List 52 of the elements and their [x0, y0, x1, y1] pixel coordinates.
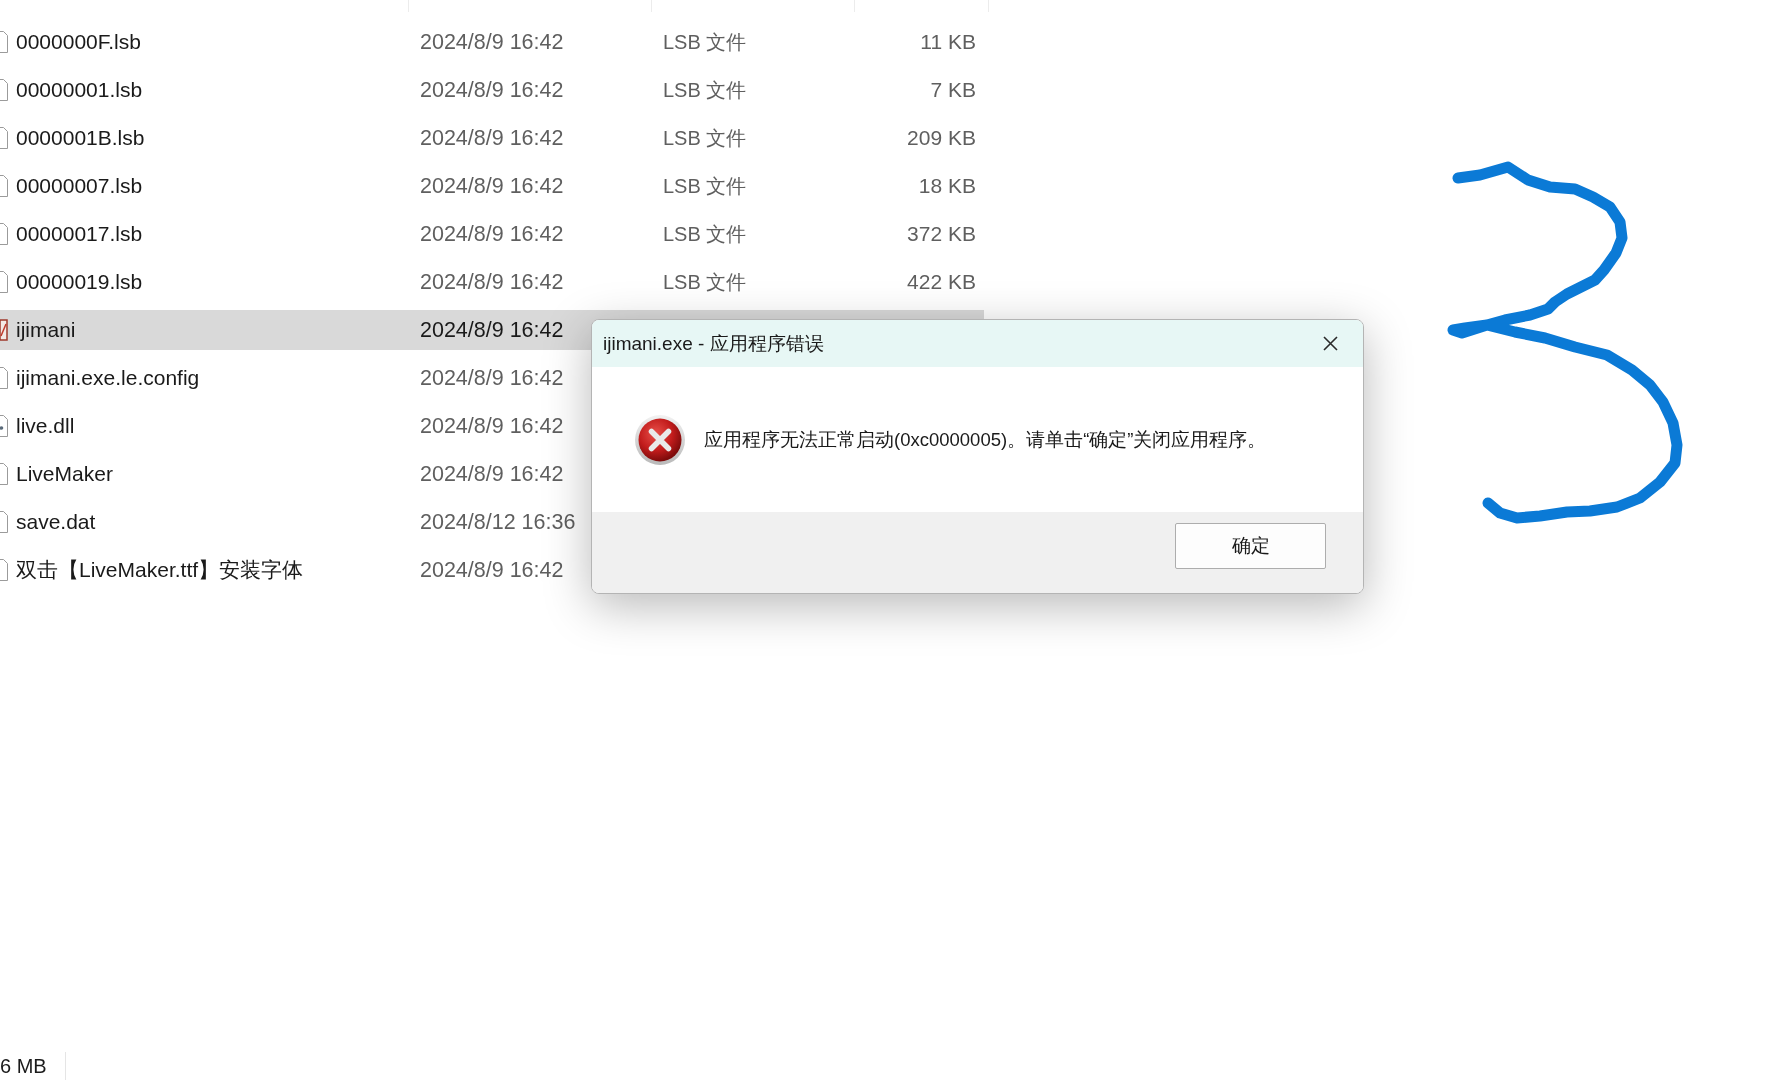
- file-icon: [0, 223, 8, 245]
- file-size: 11 KB: [920, 29, 976, 55]
- file-size: 209 KB: [907, 125, 976, 151]
- error-icon: [634, 413, 686, 466]
- file-size: 422 KB: [907, 269, 976, 295]
- modified-date: 2024/8/9 16:42: [420, 125, 564, 150]
- file-name: 00000017.lsb: [16, 221, 143, 245]
- library-file-icon: [0, 415, 8, 437]
- file-type: LSB 文件: [663, 30, 747, 53]
- modified-date: 2024/8/9 16:42: [420, 365, 564, 390]
- file-size: 18 KB: [918, 173, 976, 199]
- file-type: LSB 文件: [663, 174, 747, 197]
- status-size-text: 6 MB: [0, 1054, 47, 1078]
- file-name: ijimani: [16, 317, 76, 341]
- file-name: ijimani.exe.le.config: [16, 365, 200, 389]
- app-icon: [0, 319, 8, 341]
- file-icon: [0, 31, 8, 53]
- file-name: LiveMaker: [16, 461, 113, 485]
- modified-date: 2024/8/9 16:42: [420, 413, 564, 438]
- modified-date: 2024/8/9 16:42: [420, 461, 564, 486]
- file-icon: [0, 175, 8, 197]
- modified-date: 2024/8/9 16:42: [420, 557, 564, 582]
- file-icon: [0, 367, 8, 389]
- file-name: save.dat: [16, 509, 96, 533]
- file-icon: [0, 559, 8, 581]
- file-type: LSB 文件: [663, 78, 747, 101]
- modified-date: 2024/8/9 16:42: [420, 317, 564, 342]
- file-icon: [0, 271, 8, 293]
- file-size: 7 KB: [930, 77, 976, 103]
- file-name: 00000019.lsb: [16, 269, 143, 293]
- file-icon: [0, 511, 8, 533]
- modified-date: 2024/8/9 16:42: [420, 221, 564, 246]
- file-icon: [0, 463, 8, 485]
- file-type: LSB 文件: [663, 270, 747, 293]
- modified-date: 2024/8/12 16:36: [420, 509, 576, 534]
- modified-date: 2024/8/9 16:42: [420, 269, 564, 294]
- ok-button[interactable]: 确定: [1175, 523, 1326, 569]
- modified-date: 2024/8/9 16:42: [420, 29, 564, 54]
- file-name: 0000001B.lsb: [16, 125, 145, 149]
- file-name: live.dll: [16, 413, 75, 437]
- file-name: 双击【LiveMaker.ttf】安装字体: [16, 557, 304, 581]
- file-name: 00000001.lsb: [16, 77, 143, 101]
- modified-date: 2024/8/9 16:42: [420, 77, 564, 102]
- file-name: 00000007.lsb: [16, 173, 143, 197]
- file-type: LSB 文件: [663, 126, 747, 149]
- file-icon: [0, 79, 8, 101]
- file-name: 0000000F.lsb: [16, 29, 141, 53]
- file-icon: [0, 127, 8, 149]
- close-icon: [1322, 336, 1338, 351]
- file-size: 372 KB: [907, 221, 976, 247]
- modified-date: 2024/8/9 16:42: [420, 173, 564, 198]
- file-type: LSB 文件: [663, 222, 747, 245]
